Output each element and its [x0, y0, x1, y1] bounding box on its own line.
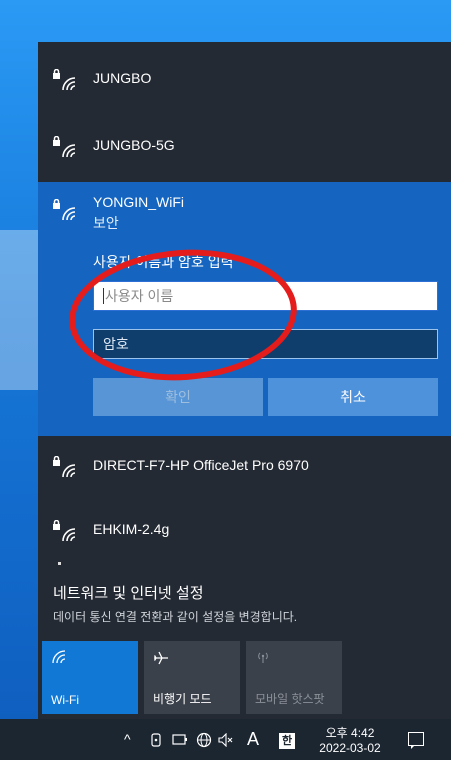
network-settings-description: 데이터 통신 연결 전환과 같이 설정을 변경합니다.	[53, 610, 298, 624]
wifi-secured-icon	[53, 136, 76, 158]
wifi-secured-icon	[53, 199, 76, 221]
network-security-status: 보안	[93, 215, 119, 231]
show-hidden-icons-chevron-icon[interactable]: ^	[124, 719, 131, 760]
wifi-secured-icon	[53, 456, 76, 478]
clock-date[interactable]: 2022-03-02	[316, 741, 384, 755]
airplane-icon	[153, 651, 168, 665]
network-ssid: EHKIM-2.4g	[93, 521, 170, 537]
username-input[interactable]: 사용자 이름	[93, 281, 438, 311]
battery-icon[interactable]	[172, 733, 188, 746]
network-item-jungbo[interactable]: JUNGBO	[38, 47, 451, 109]
quick-action-label: 모바일 핫스팟	[255, 692, 325, 706]
username-placeholder: 사용자 이름	[105, 288, 174, 304]
network-item-direct-hp[interactable]: DIRECT-F7-HP OfficeJet Pro 6970	[38, 434, 451, 496]
quick-action-mobile-hotspot[interactable]: 모바일 핫스팟	[246, 641, 342, 714]
desktop-light-streak	[0, 230, 40, 390]
hotspot-icon	[258, 652, 268, 663]
quick-action-label: Wi-Fi	[51, 693, 79, 707]
network-ssid: JUNGBO	[93, 70, 152, 86]
password-input[interactable]: 암호	[93, 329, 438, 359]
network-ssid: YONGIN_WiFi	[93, 194, 184, 210]
quick-action-wifi[interactable]: Wi-Fi	[42, 641, 138, 714]
quick-action-airplane-mode[interactable]: 비행기 모드	[144, 641, 240, 714]
wifi-secured-icon	[53, 69, 76, 91]
volume-muted-icon[interactable]	[218, 733, 234, 747]
notification-center-icon[interactable]	[408, 732, 424, 749]
network-ssid: JUNGBO-5G	[93, 137, 175, 153]
password-placeholder: 암호	[103, 336, 129, 352]
quick-action-label: 비행기 모드	[153, 692, 212, 706]
more-networks-dot	[58, 562, 61, 565]
wifi-secured-icon	[53, 520, 76, 542]
credentials-prompt: 사용자 이름과 암호 입력	[93, 254, 234, 270]
clock-time[interactable]: 오후 4:42	[316, 724, 384, 741]
network-item-jungbo-5g[interactable]: JUNGBO-5G	[38, 114, 451, 176]
cancel-button[interactable]: 취소	[268, 378, 438, 416]
ime-hangul-indicator[interactable]: 한	[279, 733, 295, 749]
network-item-ehkim[interactable]: EHKIM-2.4g	[38, 498, 451, 560]
network-ssid: DIRECT-F7-HP OfficeJet Pro 6970	[93, 457, 309, 473]
network-item-yongin-wifi[interactable]: YONGIN_WiFi 보안 사용자 이름과 암호 입력 사용자 이름 암호 확…	[38, 182, 451, 436]
network-settings-link[interactable]: 네트워크 및 인터넷 설정	[53, 582, 204, 603]
ime-mode-letter[interactable]: A	[247, 719, 259, 760]
network-globe-icon[interactable]	[196, 732, 212, 748]
text-caret	[103, 288, 104, 304]
wifi-icon	[52, 650, 66, 664]
network-flyout: JUNGBO JUNGBO-5G YONGIN_WiFi 보안 사용자 이름과 …	[38, 42, 451, 719]
meet-now-icon[interactable]	[151, 733, 163, 747]
ok-button[interactable]: 확인	[93, 378, 263, 416]
taskbar: ^ A 한 오후 4:42 2022-03-02	[0, 719, 451, 760]
